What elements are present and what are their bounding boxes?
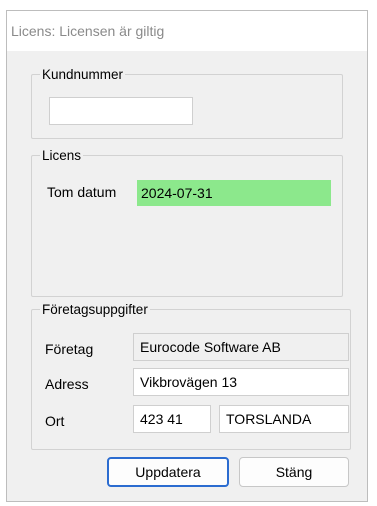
tom-datum-label: Tom datum bbox=[47, 184, 117, 200]
customer-number-field[interactable] bbox=[49, 97, 193, 125]
license-group: Licens bbox=[31, 148, 343, 297]
license-group-label: Licens bbox=[42, 148, 82, 163]
close-button[interactable]: Stäng bbox=[239, 457, 349, 487]
license-dialog: Licens: Licensen är giltig Kundnummer Li… bbox=[6, 10, 368, 502]
window-title: Licens: Licensen är giltig bbox=[7, 11, 367, 51]
address-field[interactable]: Vikbrovägen 13 bbox=[133, 368, 349, 396]
city-field[interactable]: TORSLANDA bbox=[219, 405, 349, 433]
address-label: Adress bbox=[45, 376, 89, 392]
city-label: Ort bbox=[45, 413, 65, 429]
company-field: Eurocode Software AB bbox=[133, 333, 349, 361]
customer-group-label: Kundnummer bbox=[42, 67, 124, 82]
company-label: Företag bbox=[45, 341, 94, 357]
update-button[interactable]: Uppdatera bbox=[107, 457, 229, 487]
company-group-label: Företagsuppgifter bbox=[42, 302, 148, 317]
postal-code-field[interactable]: 423 41 bbox=[133, 405, 211, 433]
tom-datum-field: 2024-07-31 bbox=[137, 180, 331, 206]
